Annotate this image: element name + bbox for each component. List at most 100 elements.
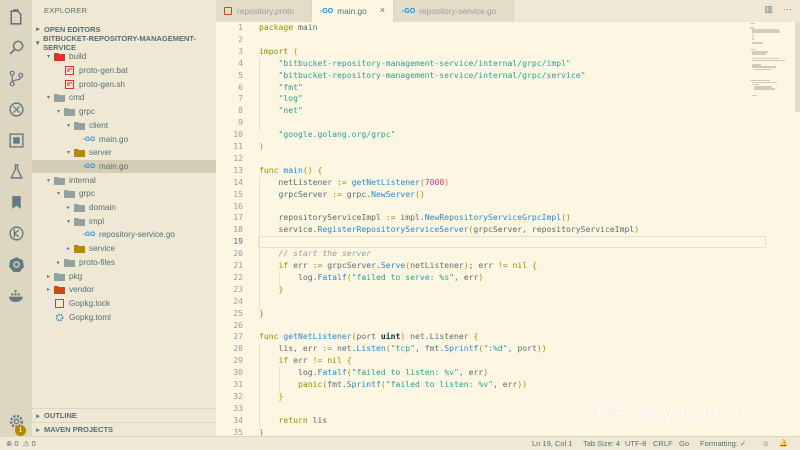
cursor-position[interactable]: Ln 19, Col 1 (532, 439, 572, 448)
tree-file[interactable]: Gopkg.toml (32, 310, 216, 324)
chevron-down-icon[interactable]: ▾ (54, 190, 63, 197)
settings-gear-icon[interactable]: 1 (0, 406, 32, 436)
chevron-right-icon[interactable]: ▸ (44, 286, 53, 293)
code-line[interactable]: 30 log.Fatalf("failed to listen: %v", er… (216, 367, 800, 379)
code-editor[interactable]: 1 package main 2 3 import (4 "bitbucket-repo… (216, 22, 800, 436)
code-line[interactable]: 6 "fmt" (216, 82, 800, 94)
code-line[interactable]: 3 import ( (216, 46, 800, 58)
test-flask-icon[interactable] (0, 156, 32, 186)
chevron-down-icon[interactable]: ▾ (64, 218, 73, 225)
tree-folder[interactable]: ▾ impl (32, 214, 216, 228)
code-line[interactable]: 13 func main() { (216, 165, 800, 177)
close-icon[interactable]: × (380, 5, 385, 15)
tab-main-go[interactable]: -GO main.go × (312, 0, 394, 22)
chevron-down-icon[interactable]: ▾ (44, 177, 53, 184)
chevron-down-icon[interactable]: ▾ (54, 108, 63, 115)
source-control-icon[interactable] (0, 63, 32, 93)
warning-icon: ⚠ (22, 439, 30, 448)
code-line[interactable]: 23 } (216, 284, 800, 296)
code-line[interactable]: 1 package main (216, 22, 800, 34)
maven-projects-section[interactable]: ▸ MAVEN PROJECTS (32, 422, 216, 436)
code-line[interactable]: 14 netListener := getNetListener(7000) (216, 177, 800, 189)
tree-file[interactable]: proto-gen.sh (32, 77, 216, 91)
code-line[interactable]: 20 // start the server (216, 248, 800, 260)
code-line[interactable]: 26 (216, 320, 800, 332)
code-line[interactable]: 12 (216, 153, 800, 165)
chevron-right-icon[interactable]: ▸ (44, 273, 53, 280)
code-line[interactable]: 22 log.Fatalf("failed to serve: %s", err… (216, 272, 800, 284)
code-line[interactable]: 18 service.RegisterRepositoryServiceServ… (216, 224, 800, 236)
tree-folder[interactable]: ▸ domain (32, 201, 216, 215)
tree-folder[interactable]: ▾ server (32, 146, 216, 160)
code-line[interactable]: 2 (216, 34, 800, 46)
code-line[interactable]: 31 panic(fmt.Sprintf("failed to listen: … (216, 379, 800, 391)
git-history-icon[interactable] (0, 218, 32, 248)
tree-folder[interactable]: ▾ client (32, 119, 216, 133)
code-line[interactable]: 15 grpcServer := grpc.NewServer() (216, 189, 800, 201)
tree-file[interactable]: -GO repository-service.go (32, 228, 216, 242)
kubernetes-icon[interactable] (0, 249, 32, 279)
tree-folder[interactable]: ▾ build (32, 50, 216, 64)
tree-folder[interactable]: ▾ grpc (32, 105, 216, 119)
tree-folder[interactable]: ▾ cmd (32, 91, 216, 105)
code-line[interactable]: 24 (216, 296, 800, 308)
feedback-smile-icon[interactable]: ☺ (762, 439, 770, 448)
editor-tab-bar: repository.proto -GO main.go × -GO repos… (216, 0, 800, 22)
code-line[interactable]: 7 "log" (216, 93, 800, 105)
language-mode[interactable]: Go (679, 439, 689, 448)
line-number: 4 (238, 57, 243, 68)
tree-folder[interactable]: ▸ vendor (32, 283, 216, 297)
tree-folder[interactable]: ▾ internal (32, 173, 216, 187)
code-line[interactable]: 27 func getNetListener(port uint) net.Lis… (216, 331, 800, 343)
chevron-down-icon[interactable]: ▾ (44, 94, 53, 101)
tree-file[interactable]: -GO main.go (32, 159, 216, 174)
code-line[interactable]: 28 lis, err := net.Listen("tcp", fmt.Spr… (216, 343, 800, 355)
code-line[interactable]: 21 if err := grpcServer.Serve(netListene… (216, 260, 800, 272)
editor-scrollbar[interactable] (795, 22, 800, 112)
code-line[interactable]: 29 if err != nil { (216, 355, 800, 367)
tree-folder[interactable]: ▸ service (32, 242, 216, 256)
tree-file[interactable]: -GO main.go (32, 132, 216, 146)
tree-file[interactable]: Gopkg.lock (32, 297, 216, 311)
tab-size[interactable]: Tab Size: 4 (583, 439, 620, 448)
encoding[interactable]: UTF-8 (625, 439, 646, 448)
docker-icon[interactable] (0, 280, 32, 310)
chevron-down-icon[interactable]: ▾ (64, 149, 73, 156)
code-line[interactable]: 25} (216, 308, 800, 320)
tree-folder[interactable]: ▸ pkg (32, 269, 216, 283)
tree-file[interactable]: proto-gen.bat (32, 64, 216, 78)
minimap[interactable] (750, 22, 790, 97)
code-line[interactable]: 5 "bitbucket-repository-management-servi… (216, 70, 800, 82)
code-line[interactable]: 19 (216, 236, 800, 248)
line-ending[interactable]: CRLF (653, 439, 673, 448)
code-line[interactable]: 8 "net" (216, 105, 800, 117)
tab-repository-proto[interactable]: repository.proto (216, 0, 312, 22)
code-line[interactable]: 16 (216, 201, 800, 213)
chevron-right-icon[interactable]: ▸ (64, 204, 73, 211)
notifications-bell-icon[interactable]: 🔔 (779, 439, 788, 447)
chevron-down-icon[interactable]: ▾ (44, 53, 53, 60)
outline-section[interactable]: ▸ OUTLINE (32, 408, 216, 422)
code-line[interactable]: 11) (216, 141, 800, 153)
code-line[interactable]: 17 repositoryServiceImpl := impl.NewRepo… (216, 212, 800, 224)
debug-icon[interactable] (0, 94, 32, 124)
split-editor-icon[interactable]: ▥ (764, 4, 773, 15)
code-line[interactable]: 4 "bitbucket-repository-management-servi… (216, 58, 800, 70)
search-icon[interactable] (0, 32, 32, 62)
chevron-down-icon[interactable]: ▾ (64, 122, 73, 129)
code-line[interactable]: 35} (216, 427, 800, 436)
formatting-status[interactable]: Formatting: ✓ (700, 439, 746, 448)
problems-status[interactable]: ⊗ 0 ⚠ 0 (6, 439, 36, 448)
chevron-right-icon[interactable]: ▸ (54, 259, 63, 266)
code-line[interactable]: 10 "google.golang.org/grpc" (216, 129, 800, 141)
chevron-right-icon[interactable]: ▸ (64, 245, 73, 252)
bookmarks-icon[interactable] (0, 187, 32, 217)
explorer-icon[interactable] (0, 2, 32, 32)
tree-folder[interactable]: ▸ proto-files (32, 256, 216, 270)
tab-repository-service-go[interactable]: -GO repository-service.go (394, 0, 514, 22)
tree-folder[interactable]: ▾ grpc (32, 187, 216, 201)
more-actions-icon[interactable]: ··· (783, 4, 792, 15)
code-line[interactable]: 9 (216, 117, 800, 129)
project-section[interactable]: ▾ BITBUCKET-REPOSITORY-MANAGEMENT-SERVIC… (32, 34, 216, 52)
extensions-icon[interactable] (0, 125, 32, 155)
